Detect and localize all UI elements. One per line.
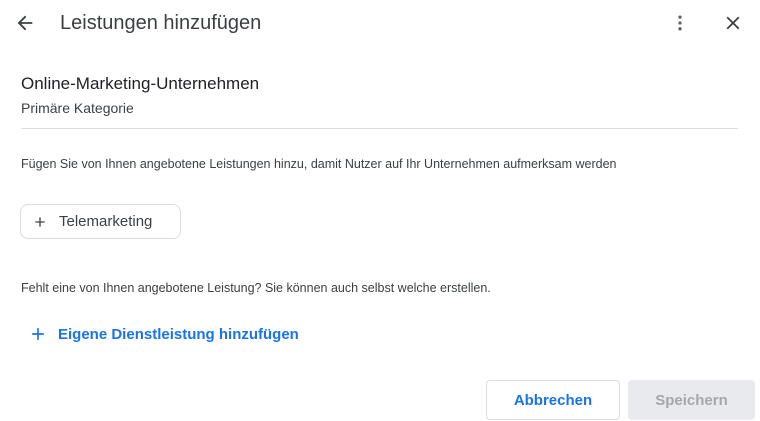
services-hint-text: Fügen Sie von Ihnen angebotene Leistunge… — [21, 157, 617, 171]
save-button[interactable]: Speichern — [628, 380, 755, 420]
dialog-title: Leistungen hinzufügen — [60, 12, 262, 34]
missing-service-text: Fehlt eine von Ihnen angebotene Leistung… — [21, 281, 491, 295]
add-custom-service-button[interactable]: Eigene Dienstleistung hinzufügen — [28, 322, 299, 346]
plus-icon — [28, 324, 48, 344]
close-button[interactable] — [718, 8, 748, 38]
plus-icon — [31, 213, 49, 231]
service-chip-telemarketing[interactable]: Telemarketing — [20, 204, 181, 239]
divider — [21, 128, 738, 129]
category-label: Primäre Kategorie — [21, 100, 134, 116]
add-services-dialog: Leistungen hinzufügen Online-Marketing-U… — [0, 0, 760, 421]
more-vert-icon — [678, 15, 682, 31]
close-icon — [726, 16, 740, 30]
category-name: Online-Marketing-Unternehmen — [21, 74, 260, 93]
back-button[interactable] — [10, 8, 40, 38]
cancel-button[interactable]: Abbrechen — [486, 380, 620, 420]
add-custom-service-label: Eigene Dienstleistung hinzufügen — [58, 325, 299, 343]
arrow-back-icon — [17, 15, 33, 31]
more-options-button[interactable] — [666, 8, 694, 38]
service-chip-label: Telemarketing — [59, 213, 153, 230]
